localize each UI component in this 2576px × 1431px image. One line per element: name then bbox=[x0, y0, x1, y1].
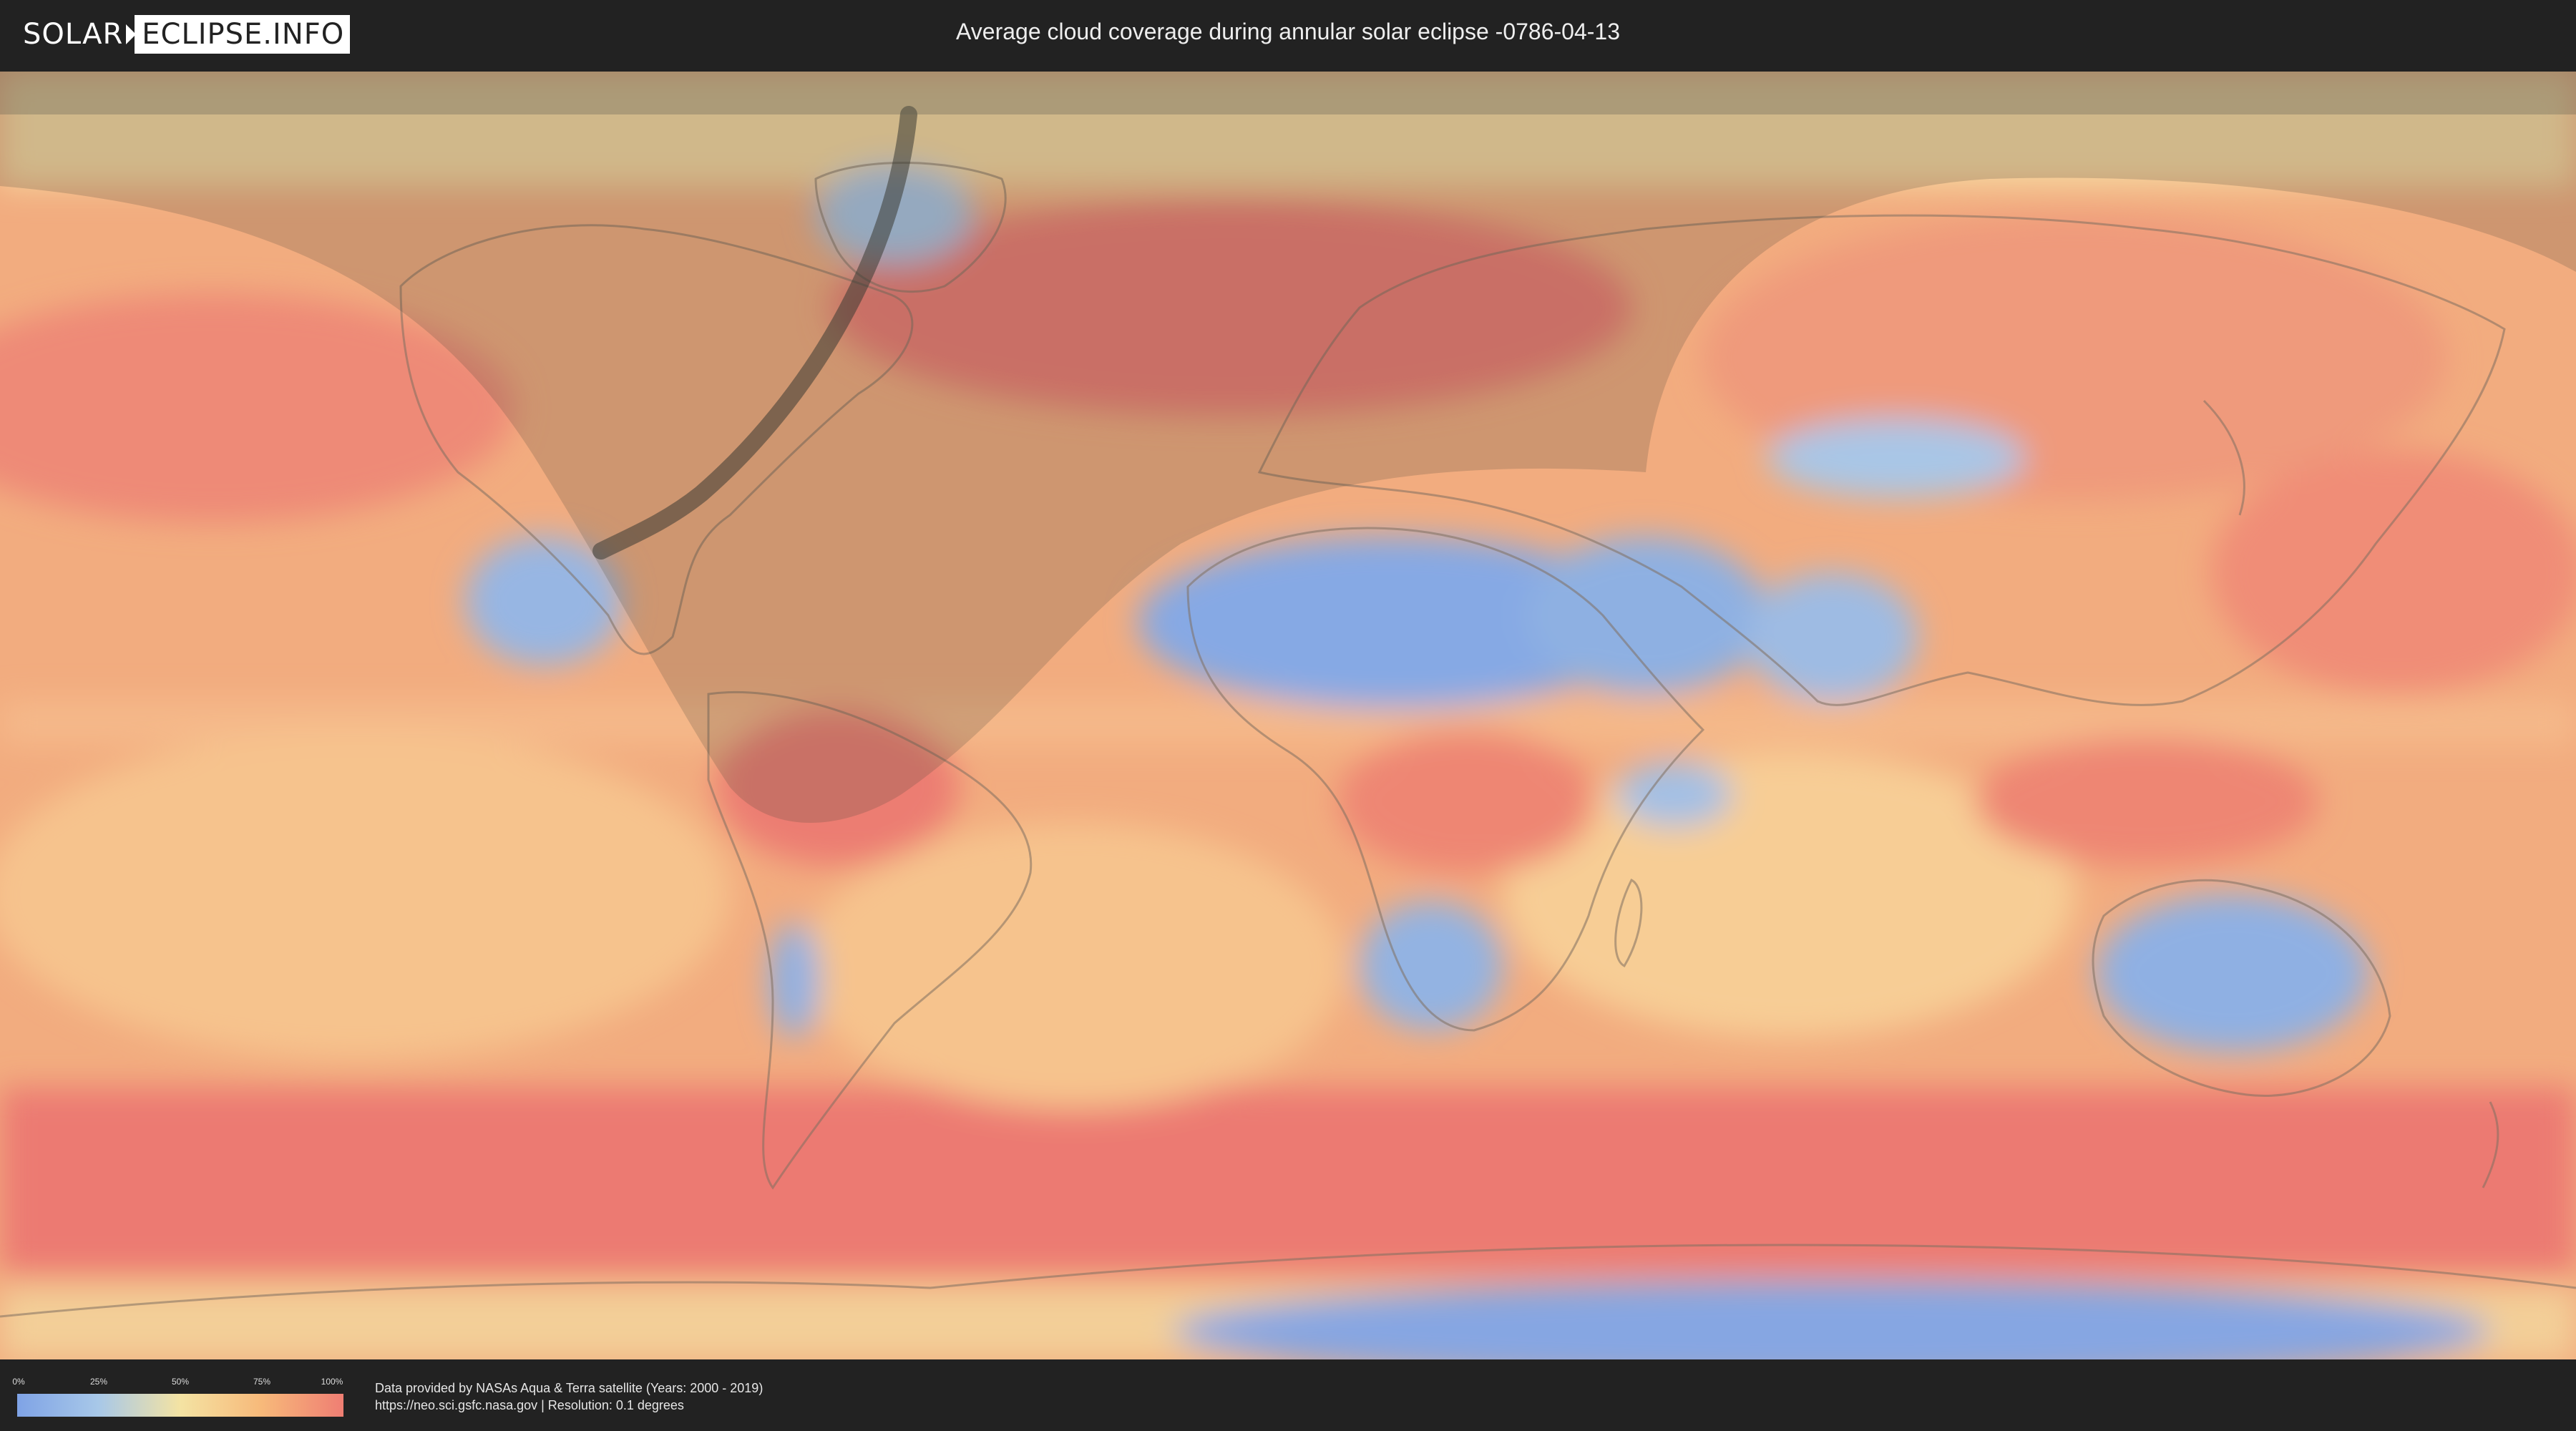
clear-atacama bbox=[769, 923, 819, 1037]
legend-color-bar bbox=[17, 1394, 343, 1417]
legend-tick-25: 25% bbox=[89, 1377, 108, 1387]
north-edge-shade bbox=[0, 72, 2576, 114]
clear-arabia bbox=[1524, 537, 1767, 694]
clear-india bbox=[1746, 572, 1918, 701]
credits-line-2: https://neo.sci.gsfc.nasa.gov | Resoluti… bbox=[375, 1398, 684, 1412]
cloud-west-pacific bbox=[2211, 451, 2576, 694]
cloud-south-pacific bbox=[0, 730, 730, 1059]
cloud-central-africa bbox=[1338, 730, 1596, 873]
clear-ethiopia bbox=[1617, 762, 1732, 826]
cloud-coverage-map[interactable] bbox=[0, 72, 2576, 1359]
clear-central-asia bbox=[1767, 419, 2025, 497]
clear-southern-africa bbox=[1360, 902, 1503, 1030]
legend-tick-75: 75% bbox=[253, 1377, 271, 1387]
footer: 0% 25% 50% 75% 100% Data provided by NAS… bbox=[0, 1359, 2576, 1431]
map-frame bbox=[0, 72, 2576, 1359]
legend-tick-50: 50% bbox=[171, 1377, 190, 1387]
credits-line-1: Data provided by NASAs Aqua & Terra sate… bbox=[375, 1381, 763, 1395]
cloud-south-atlantic bbox=[801, 823, 1345, 1109]
legend-tick-0: 0% bbox=[12, 1377, 25, 1387]
data-credits: Data provided by NASAs Aqua & Terra sate… bbox=[375, 1379, 763, 1414]
cloud-coverage-legend: 0% 25% 50% 75% 100% bbox=[12, 1372, 343, 1417]
header: SOLAR ECLIPSE.INFO Average cloud coverag… bbox=[0, 0, 2576, 72]
legend-tick-100: 100% bbox=[321, 1377, 343, 1387]
cloud-maritime-asia bbox=[1975, 737, 2318, 866]
cloud-band-south-ocean bbox=[0, 1088, 2576, 1274]
page-title: Average cloud coverage during annular so… bbox=[956, 19, 1620, 44]
